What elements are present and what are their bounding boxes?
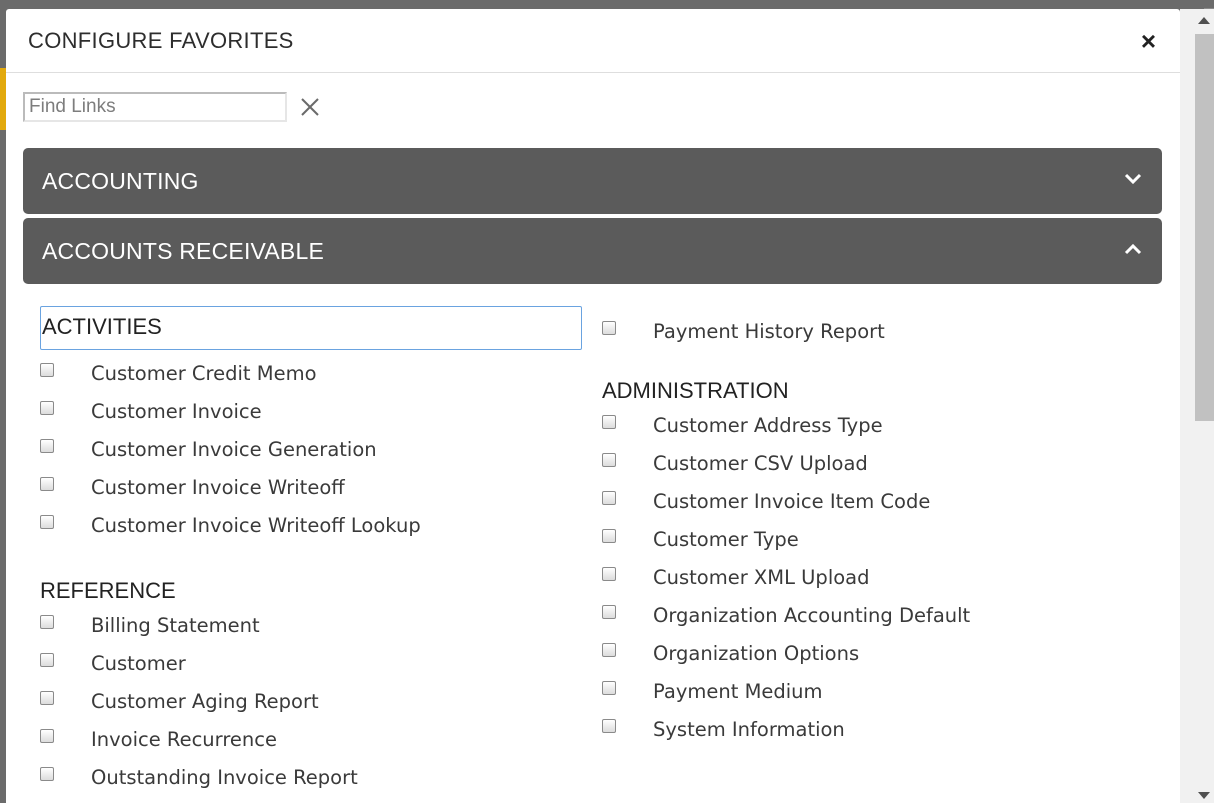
list-item[interactable]: Customer Credit Memo (40, 362, 585, 400)
favorite-checkbox[interactable] (40, 767, 54, 781)
list-item[interactable]: Customer Invoice Writeoff (40, 476, 585, 514)
list-item[interactable]: Customer Aging Report (40, 690, 585, 728)
scrollbar-thumb[interactable] (1195, 34, 1214, 421)
link-label: Payment History Report (653, 320, 885, 343)
modal-header: CONFIGURE FAVORITES × (6, 9, 1180, 73)
link-label: Customer (91, 652, 186, 675)
list-item[interactable]: Customer Invoice Writeoff Lookup (40, 514, 585, 552)
clear-search-icon[interactable] (295, 92, 325, 122)
link-label: Payment Medium (653, 680, 823, 703)
favorite-checkbox[interactable] (602, 491, 616, 505)
vertical-scrollbar[interactable] (1180, 9, 1214, 803)
scroll-up-arrow-icon[interactable] (1198, 17, 1210, 24)
favorite-checkbox[interactable] (602, 567, 616, 581)
list-item[interactable]: Customer XML Upload (602, 566, 1162, 604)
configure-favorites-modal: CONFIGURE FAVORITES × ACCOUNTING ACCOUNT… (6, 9, 1180, 803)
list-item[interactable]: Customer Invoice Item Code (602, 490, 1162, 528)
scroll-down-arrow-icon[interactable] (1198, 792, 1210, 799)
list-item[interactable]: System Information (602, 718, 1162, 756)
search-row (23, 92, 325, 122)
link-label: Invoice Recurrence (91, 728, 278, 751)
list-item[interactable]: Payment History Report (602, 320, 1162, 358)
accordion-accounts-receivable[interactable]: ACCOUNTS RECEIVABLE (23, 218, 1162, 284)
link-label: Customer Invoice Writeoff (91, 476, 345, 499)
favorite-checkbox[interactable] (602, 453, 616, 467)
list-item[interactable]: Customer Invoice (40, 400, 585, 438)
favorite-checkbox[interactable] (40, 439, 54, 453)
link-label: Customer Invoice (91, 400, 262, 423)
favorite-checkbox[interactable] (602, 529, 616, 543)
modal-title: CONFIGURE FAVORITES (28, 27, 294, 53)
favorite-checkbox[interactable] (40, 615, 54, 629)
link-label: Customer Invoice Generation (91, 438, 377, 461)
list-item[interactable]: Customer (40, 652, 585, 690)
list-item[interactable]: Payment Medium (602, 680, 1162, 718)
find-links-input[interactable] (23, 92, 287, 122)
link-label: Customer Type (653, 528, 799, 551)
accordion-title: ACCOUNTS RECEIVABLE (42, 237, 324, 264)
favorite-checkbox[interactable] (40, 401, 54, 415)
list-item[interactable]: Organization Accounting Default (602, 604, 1162, 642)
favorite-checkbox[interactable] (602, 415, 616, 429)
list-item[interactable]: Invoice Recurrence (40, 728, 585, 766)
link-label: Customer Aging Report (91, 690, 319, 713)
list-item[interactable]: Billing Statement (40, 614, 585, 652)
accordion-title: ACCOUNTING (42, 167, 199, 194)
link-label: Customer Address Type (653, 414, 883, 437)
section-heading-administration: ADMINISTRATION (602, 378, 789, 403)
favorite-checkbox[interactable] (40, 653, 54, 667)
favorite-checkbox[interactable] (602, 643, 616, 657)
link-label: Customer Credit Memo (91, 362, 317, 385)
favorite-checkbox[interactable] (40, 729, 54, 743)
link-label: Customer CSV Upload (653, 452, 868, 475)
link-label: Billing Statement (91, 614, 260, 637)
favorite-checkbox[interactable] (40, 477, 54, 491)
list-item[interactable]: Outstanding Invoice Report (40, 766, 585, 803)
link-label: Organization Options (653, 642, 860, 665)
favorite-checkbox[interactable] (602, 681, 616, 695)
link-label: Organization Accounting Default (653, 604, 971, 627)
link-label: Customer Invoice Item Code (653, 490, 931, 513)
list-item[interactable]: Customer CSV Upload (602, 452, 1162, 490)
section-heading-reference: REFERENCE (40, 578, 176, 603)
link-label: Customer Invoice Writeoff Lookup (91, 514, 421, 537)
favorite-checkbox[interactable] (602, 605, 616, 619)
close-icon[interactable]: × (1141, 28, 1156, 54)
favorite-checkbox[interactable] (40, 363, 54, 377)
list-item[interactable]: Customer Address Type (602, 414, 1162, 452)
chevron-down-icon (1123, 172, 1143, 191)
list-item[interactable]: Organization Options (602, 642, 1162, 680)
favorite-checkbox[interactable] (40, 515, 54, 529)
favorite-checkbox[interactable] (602, 719, 616, 733)
accordion-accounting[interactable]: ACCOUNTING (23, 148, 1162, 214)
favorite-checkbox[interactable] (40, 691, 54, 705)
chevron-up-icon (1123, 242, 1143, 261)
link-label: Customer XML Upload (653, 566, 870, 589)
links-column-left: ACTIVITIES Customer Credit Memo Customer… (40, 306, 585, 803)
section-heading-activities[interactable]: ACTIVITIES (40, 306, 582, 350)
links-column-right: Payment History Report ADMINISTRATION Cu… (602, 306, 1162, 756)
link-label: Outstanding Invoice Report (91, 766, 358, 789)
list-item[interactable]: Customer Type (602, 528, 1162, 566)
list-item[interactable]: Customer Invoice Generation (40, 438, 585, 476)
favorite-checkbox[interactable] (602, 321, 616, 335)
link-label: System Information (653, 718, 845, 741)
